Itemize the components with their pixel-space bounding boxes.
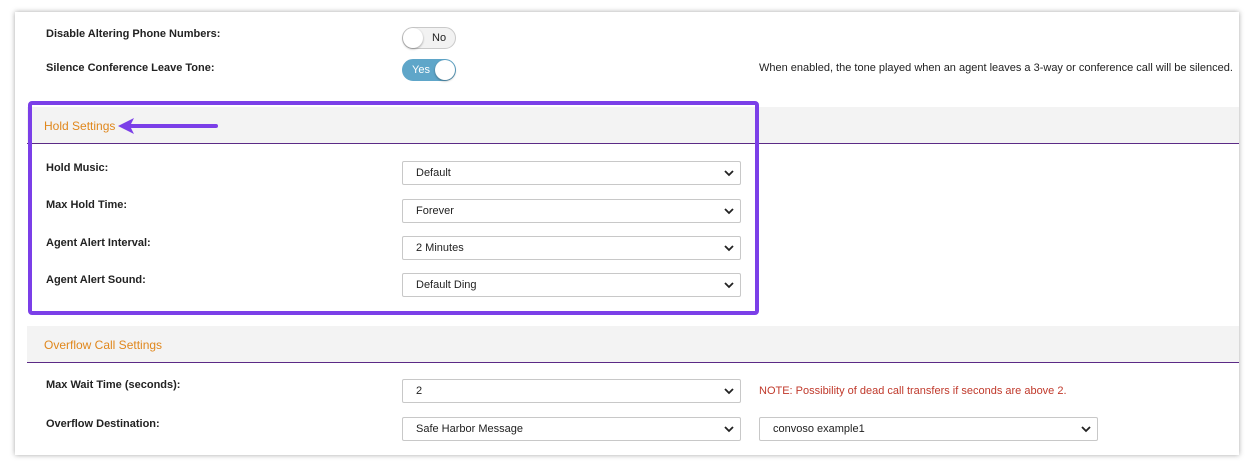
select-value: 2 <box>416 385 423 397</box>
max-hold-time-label: Max Hold Time: <box>46 199 128 211</box>
overflow-settings-header: Overflow Call Settings <box>27 326 1239 363</box>
select-value: Safe Harbor Message <box>416 423 523 435</box>
chevron-down-icon <box>724 282 734 289</box>
hold-music-select[interactable]: Default <box>402 161 741 185</box>
chevron-down-icon <box>724 208 734 215</box>
max-wait-time-select[interactable]: 2 <box>402 379 741 403</box>
chevron-down-icon <box>724 170 734 177</box>
toggle-knob <box>435 60 455 80</box>
select-value: Default Ding <box>416 279 477 291</box>
arrow-left-icon <box>118 118 218 134</box>
chevron-down-icon <box>724 426 734 433</box>
silence-conference-help: When enabled, the tone played when an ag… <box>759 62 1233 74</box>
select-value: 2 Minutes <box>416 242 464 254</box>
agent-alert-interval-label: Agent Alert Interval: <box>46 237 151 249</box>
silence-conference-toggle[interactable]: Yes <box>402 59 456 81</box>
overflow-settings-title: Overflow Call Settings <box>44 338 163 352</box>
overflow-destination-select[interactable]: Safe Harbor Message <box>402 417 741 441</box>
agent-alert-interval-select[interactable]: 2 Minutes <box>402 236 741 260</box>
select-value: Default <box>416 167 451 179</box>
agent-alert-sound-label: Agent Alert Sound: <box>46 274 146 286</box>
overflow-target-select[interactable]: convoso example1 <box>759 417 1098 441</box>
max-wait-time-label: Max Wait Time (seconds): <box>46 379 181 391</box>
disable-altering-phone-toggle[interactable]: No <box>402 27 456 49</box>
toggle-label: Yes <box>412 64 430 76</box>
chevron-down-icon <box>724 388 734 395</box>
select-value: convoso example1 <box>773 423 865 435</box>
hold-music-label: Hold Music: <box>46 162 109 174</box>
chevron-down-icon <box>724 245 734 252</box>
max-hold-time-select[interactable]: Forever <box>402 199 741 223</box>
select-value: Forever <box>416 205 454 217</box>
silence-conference-label: Silence Conference Leave Tone: <box>46 62 215 74</box>
agent-alert-sound-select[interactable]: Default Ding <box>402 273 741 297</box>
toggle-label: No <box>432 32 447 44</box>
max-wait-note: NOTE: Possibility of dead call transfers… <box>759 385 1067 397</box>
settings-panel: Disable Altering Phone Numbers: No Silen… <box>15 12 1239 455</box>
overflow-destination-label: Overflow Destination: <box>46 418 160 430</box>
toggle-knob <box>403 28 423 48</box>
hold-settings-title: Hold Settings <box>44 119 116 133</box>
chevron-down-icon <box>1081 426 1091 433</box>
disable-altering-phone-label: Disable Altering Phone Numbers: <box>46 28 221 40</box>
